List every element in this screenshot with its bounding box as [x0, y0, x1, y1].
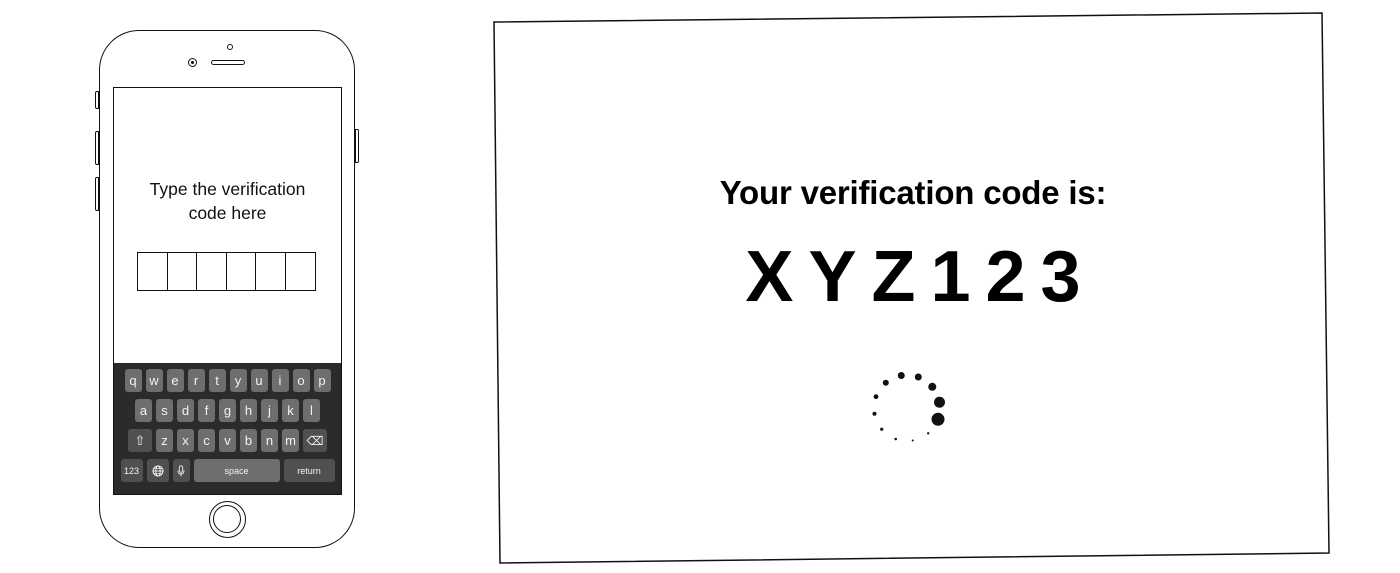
spinner-dot — [882, 379, 889, 386]
spinner-dot — [934, 396, 945, 408]
spinner-dot — [894, 437, 898, 441]
spinner-dot — [880, 427, 884, 431]
spinner-dot — [928, 382, 937, 391]
illustration: Type the verification code here qwertyui… — [0, 0, 1400, 573]
verification-title: Your verification code is: — [719, 174, 1107, 211]
verification-code: XYZ123 — [745, 237, 1096, 317]
spinner-dot — [911, 439, 914, 442]
loading-spinner-icon — [872, 372, 945, 442]
spinner-dot — [927, 432, 930, 435]
display-panel: Your verification code is: XYZ123 — [497, 14, 1329, 562]
spinner-dot — [897, 372, 905, 379]
spinner-dot — [873, 394, 879, 400]
spinner-dot — [872, 411, 877, 416]
spinner-dot — [914, 373, 922, 381]
spinner-dot — [931, 412, 945, 426]
